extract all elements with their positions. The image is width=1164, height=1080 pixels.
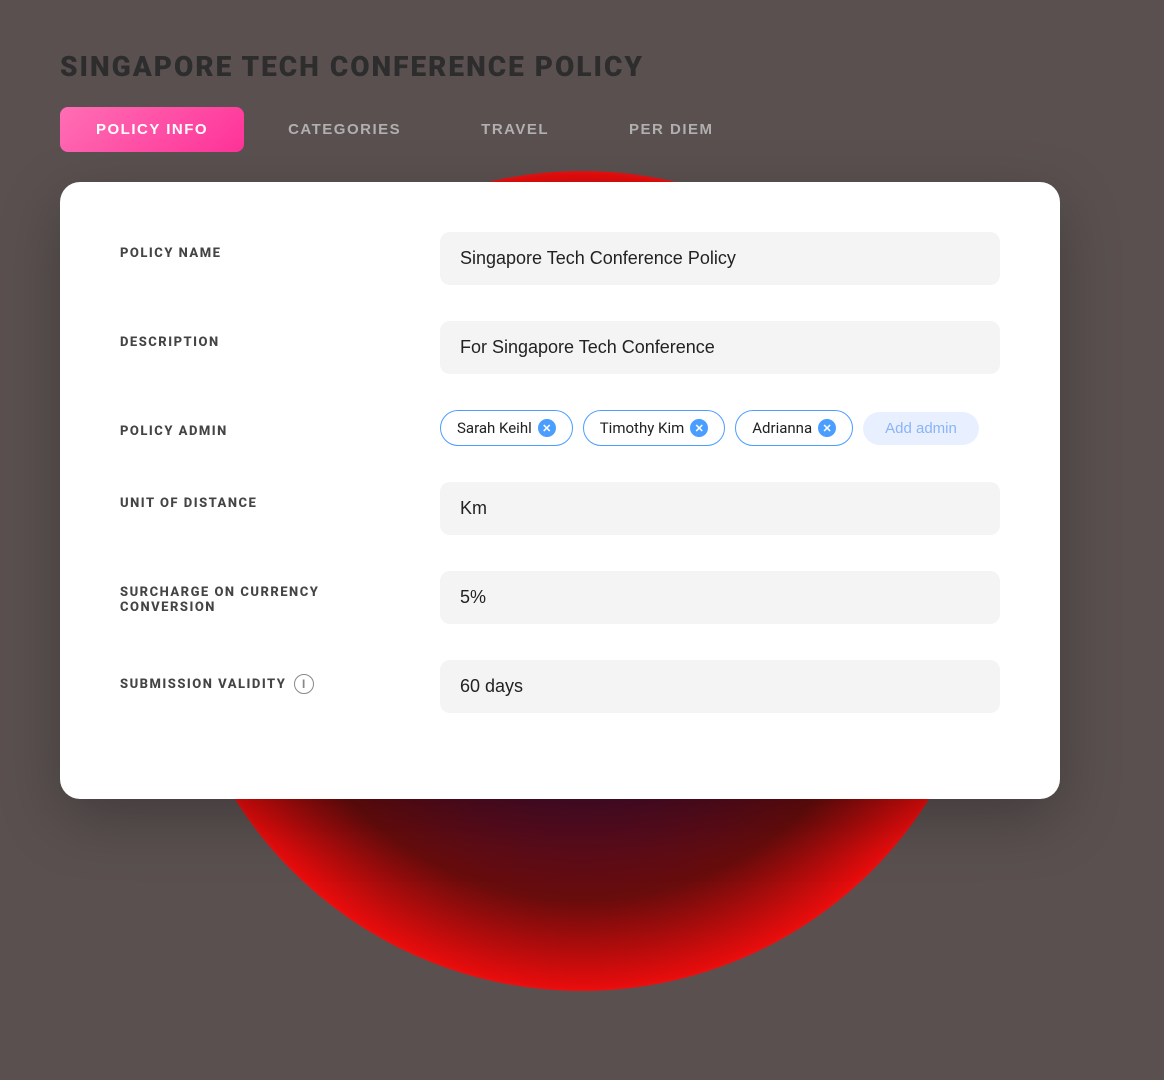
submission-validity-label: SUBMISSION VALIDITY i xyxy=(120,660,400,694)
surcharge-value xyxy=(440,571,1000,624)
unit-distance-input[interactable] xyxy=(440,482,1000,535)
tabs-row: POLICY INFO CATEGORIES TRAVEL PER DIEM xyxy=(60,107,1104,152)
surcharge-row: SURCHARGE ON CURRENCY CONVERSION xyxy=(120,571,1000,624)
surcharge-label: SURCHARGE ON CURRENCY CONVERSION xyxy=(120,571,400,615)
unit-distance-label: UNIT OF DISTANCE xyxy=(120,482,400,511)
unit-distance-row: UNIT OF DISTANCE xyxy=(120,482,1000,535)
page-title: SINGAPORE TECH CONFERENCE POLICY xyxy=(60,50,1104,83)
submission-validity-row: SUBMISSION VALIDITY i xyxy=(120,660,1000,713)
admin-name-sarah: Sarah Keihl xyxy=(457,419,532,437)
remove-admin-adrianna[interactable]: ✕ xyxy=(818,419,836,437)
policy-name-input[interactable] xyxy=(440,232,1000,285)
admin-name-adrianna: Adrianna xyxy=(752,419,812,437)
description-input[interactable] xyxy=(440,321,1000,374)
submission-validity-value xyxy=(440,660,1000,713)
tab-per-diem[interactable]: PER DIEM xyxy=(593,107,750,152)
admin-section: Sarah Keihl ✕ Timothy Kim ✕ Adrianna ✕ A… xyxy=(440,410,1000,446)
description-row: DESCRIPTION xyxy=(120,321,1000,374)
modal-card: POLICY NAME DESCRIPTION POLICY ADMIN Sar… xyxy=(60,182,1060,799)
admin-name-timothy: Timothy Kim xyxy=(600,419,685,437)
submission-validity-input[interactable] xyxy=(440,660,1000,713)
description-value xyxy=(440,321,1000,374)
tab-policy-info[interactable]: POLICY INFO xyxy=(60,107,244,152)
remove-admin-timothy[interactable]: ✕ xyxy=(690,419,708,437)
remove-admin-sarah[interactable]: ✕ xyxy=(538,419,556,437)
policy-admin-label: POLICY ADMIN xyxy=(120,410,400,439)
policy-name-label: POLICY NAME xyxy=(120,232,400,261)
policy-admin-row: POLICY ADMIN Sarah Keihl ✕ Timothy Kim ✕… xyxy=(120,410,1000,446)
policy-name-row: POLICY NAME xyxy=(120,232,1000,285)
admin-tag-adrianna[interactable]: Adrianna ✕ xyxy=(735,410,853,446)
tab-travel[interactable]: TRAVEL xyxy=(445,107,585,152)
add-admin-button[interactable]: Add admin xyxy=(863,412,979,445)
submission-validity-info-icon[interactable]: i xyxy=(294,674,314,694)
unit-distance-value xyxy=(440,482,1000,535)
tab-categories[interactable]: CATEGORIES xyxy=(252,107,437,152)
description-label: DESCRIPTION xyxy=(120,321,400,350)
page-container: SINGAPORE TECH CONFERENCE POLICY POLICY … xyxy=(0,0,1164,1080)
policy-admin-value: Sarah Keihl ✕ Timothy Kim ✕ Adrianna ✕ A… xyxy=(440,410,1000,446)
surcharge-input[interactable] xyxy=(440,571,1000,624)
admin-tag-timothy[interactable]: Timothy Kim ✕ xyxy=(583,410,726,446)
admin-tag-sarah[interactable]: Sarah Keihl ✕ xyxy=(440,410,573,446)
policy-name-value xyxy=(440,232,1000,285)
